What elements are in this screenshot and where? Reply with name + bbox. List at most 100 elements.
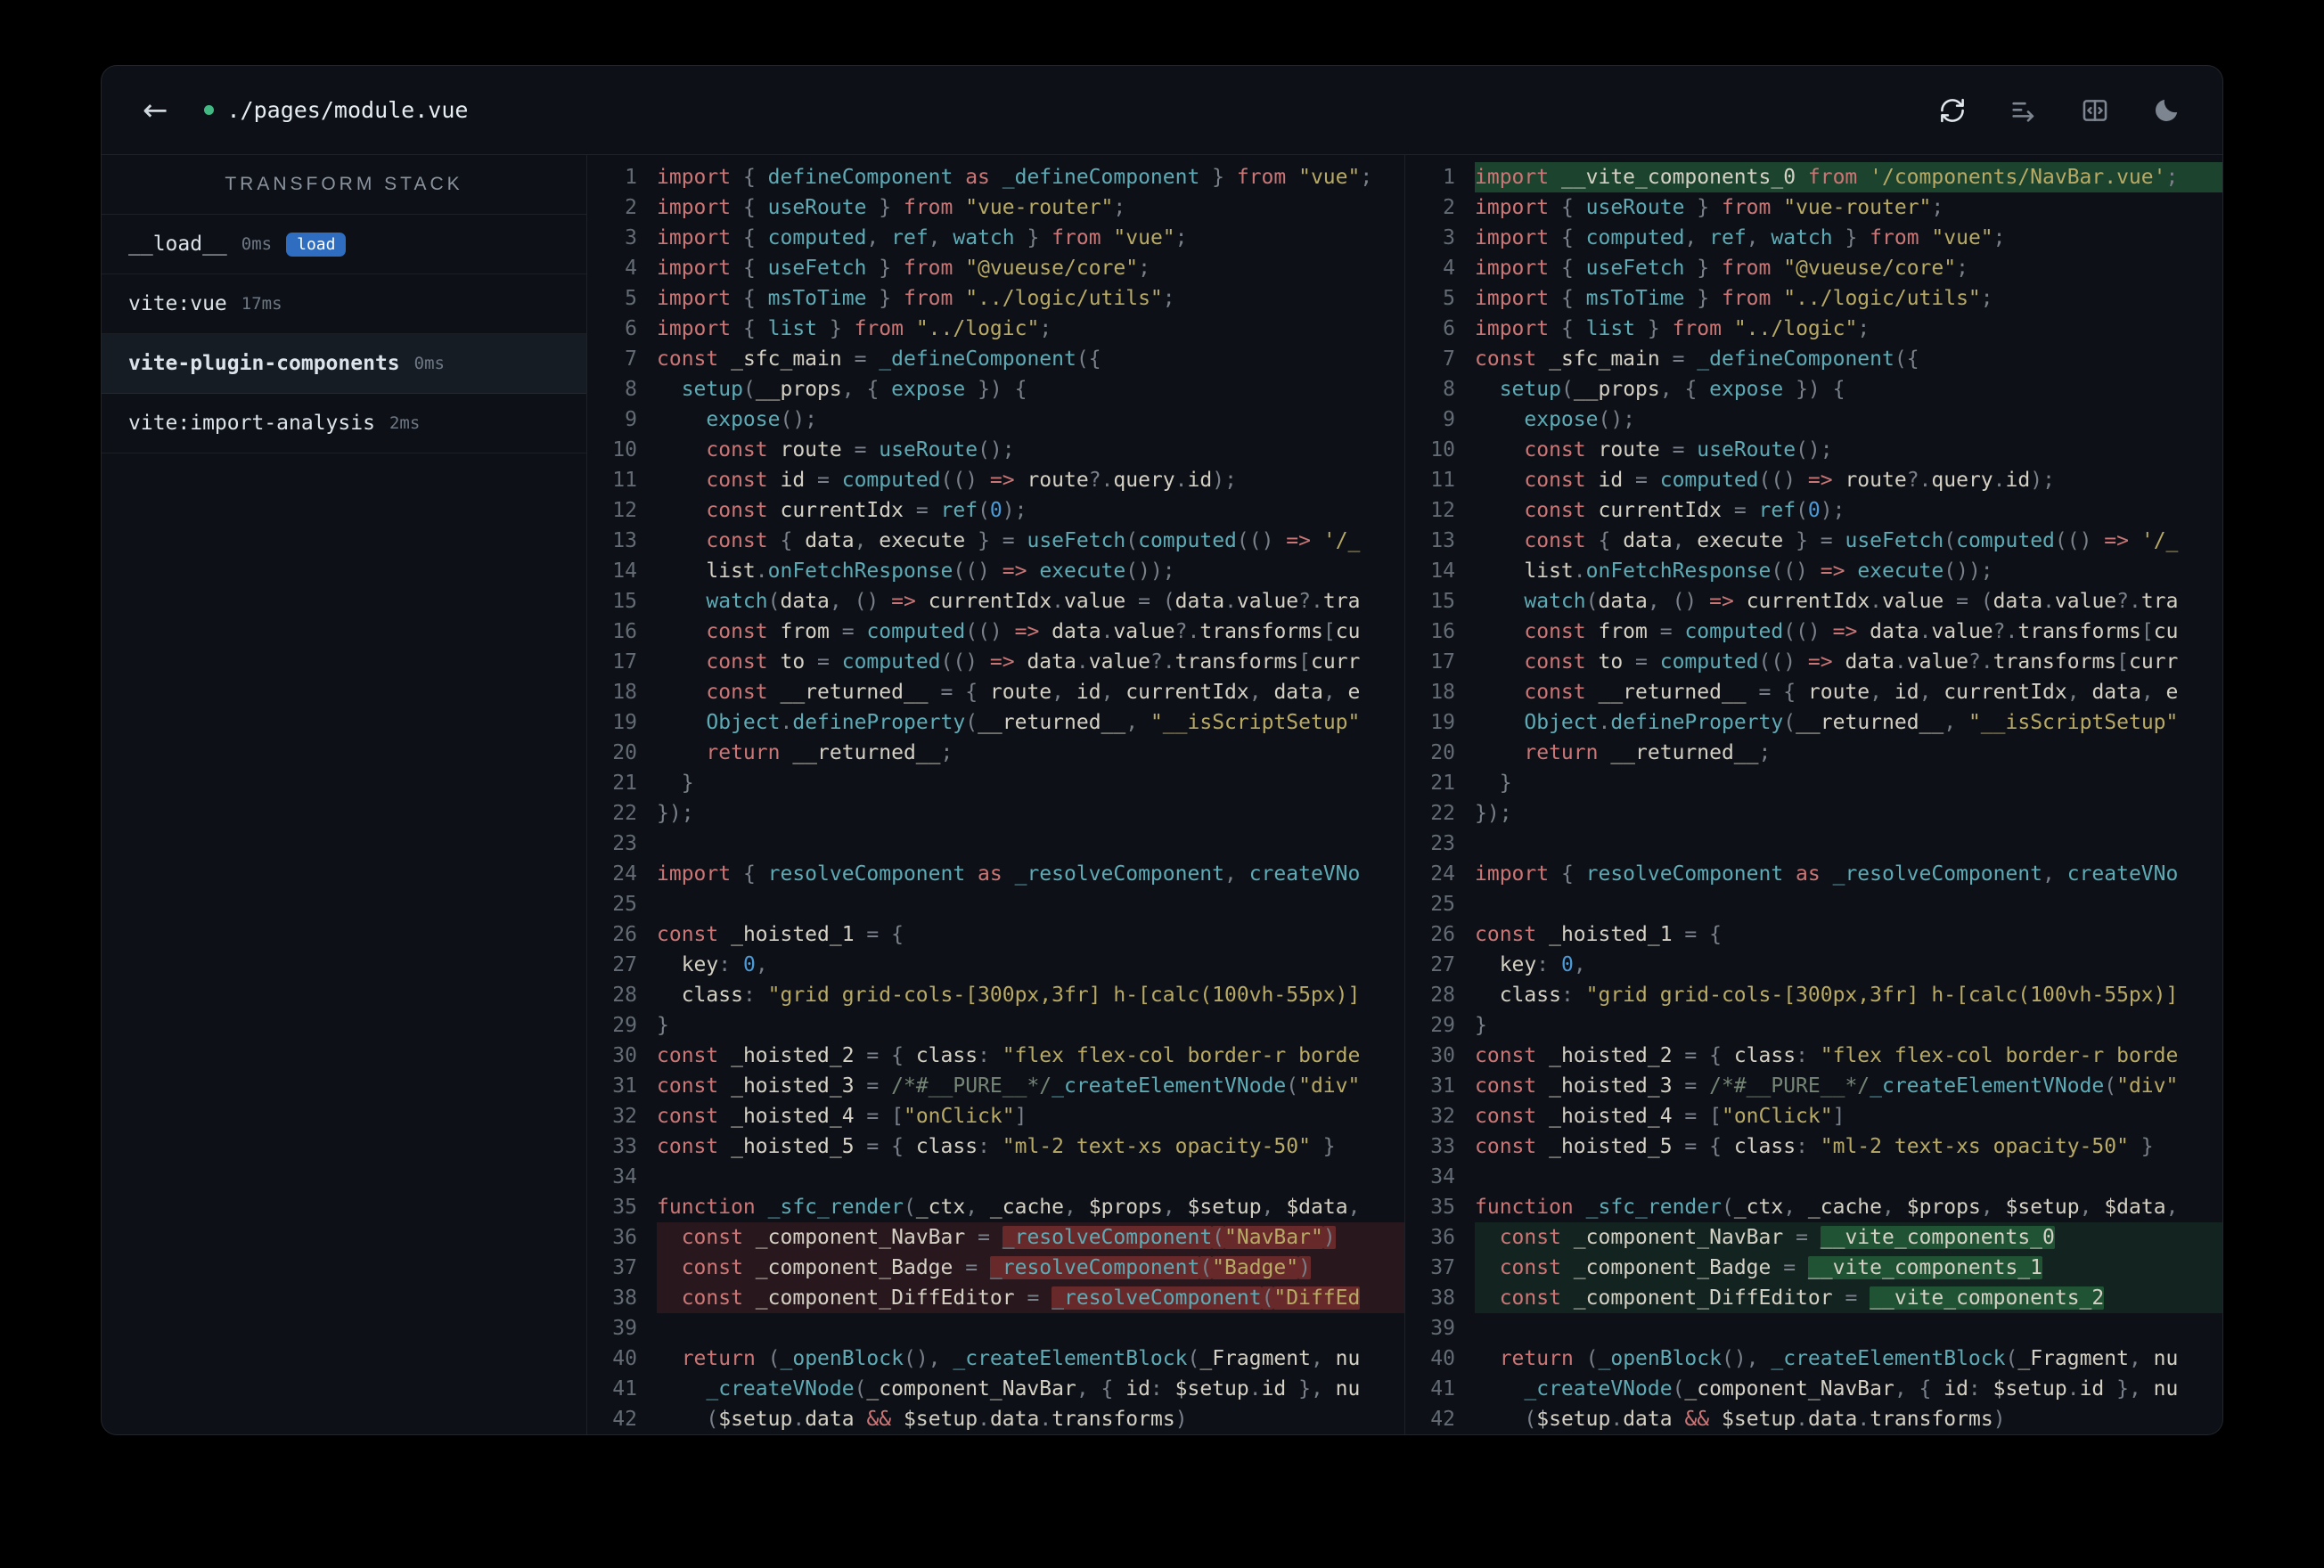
stack-item-time: 17ms bbox=[241, 294, 282, 314]
code-line-after-28: 28 class: "grid grid-cols-[300px,3fr] h-… bbox=[1405, 980, 2222, 1010]
stack-item-vite-plugin-components[interactable]: vite-plugin-components 0ms bbox=[102, 334, 586, 394]
line-number: 41 bbox=[1430, 1377, 1455, 1401]
line-number: 19 bbox=[612, 711, 637, 734]
stack-item-vite-vue[interactable]: vite:vue 17ms bbox=[102, 274, 586, 334]
line-code: }); bbox=[657, 802, 694, 825]
line-number: 19 bbox=[1430, 711, 1455, 734]
line-code: const from = computed(() => data.value?.… bbox=[706, 620, 1361, 643]
line-number: 40 bbox=[612, 1347, 637, 1370]
line-code: import { resolveComponent as _resolveCom… bbox=[1475, 862, 2179, 886]
line-code: const _component_NavBar = _resolveCompon… bbox=[657, 1222, 1404, 1253]
stack-item-label: __load__ bbox=[128, 233, 227, 256]
line-number: 12 bbox=[1430, 499, 1455, 522]
line-code: const id = computed(() => route?.query.i… bbox=[1524, 469, 2055, 492]
code-line-before-26: 26 const _hoisted_1 = { bbox=[587, 919, 1404, 950]
line-number: 36 bbox=[1430, 1226, 1455, 1249]
code-panel-before[interactable]: 1 import { defineComponent as _defineComp… bbox=[587, 155, 1404, 1434]
line-number: 25 bbox=[1430, 893, 1455, 916]
line-code: expose(); bbox=[1524, 408, 1636, 431]
line-code: import { useRoute } from "vue-router"; bbox=[1475, 196, 1944, 219]
stack-item-load[interactable]: __load__ 0ms load bbox=[102, 215, 586, 274]
code-line-after-17: 17 const to = computed(() => data.value?… bbox=[1405, 647, 2222, 677]
line-code: const to = computed(() => data.value?.tr… bbox=[706, 650, 1361, 674]
module-type-dot-icon bbox=[203, 105, 214, 115]
line-code: const _component_DiffEditor = __vite_com… bbox=[1475, 1283, 2222, 1313]
stack-item-time: 0ms bbox=[241, 234, 273, 254]
line-number: 26 bbox=[612, 923, 637, 946]
line-number: 5 bbox=[625, 287, 637, 310]
line-number: 34 bbox=[612, 1165, 637, 1188]
transform-stack-list: __load__ 0ms load vite:vue 17ms vite-plugin-c… bbox=[102, 215, 586, 453]
line-number: 13 bbox=[1430, 529, 1455, 552]
compare-icon[interactable] bbox=[2009, 95, 2039, 126]
line-number: 32 bbox=[1430, 1105, 1455, 1128]
code-line-after-13: 13 const { data, execute } = useFetch(co… bbox=[1405, 526, 2222, 556]
line-number: 42 bbox=[1430, 1408, 1455, 1431]
code-line-after-8: 8 setup(__props, { expose }) { bbox=[1405, 374, 2222, 404]
line-code: }); bbox=[1475, 802, 1512, 825]
topbar-actions bbox=[1937, 95, 2181, 126]
line-code: setup(__props, { expose }) { bbox=[1499, 378, 1845, 401]
line-number: 15 bbox=[612, 590, 637, 613]
split-view-icon[interactable] bbox=[2080, 95, 2110, 126]
line-number: 23 bbox=[1430, 832, 1455, 855]
line-code: const from = computed(() => data.value?.… bbox=[1524, 620, 2179, 643]
line-number: 7 bbox=[625, 347, 637, 371]
line-number: 26 bbox=[1430, 923, 1455, 946]
code-line-before-15: 15 watch(data, () => currentIdx.value = … bbox=[587, 586, 1404, 617]
stack-item-vite-import-analysis[interactable]: vite:import-analysis 2ms bbox=[102, 394, 586, 453]
code-line-after-9: 9 expose(); bbox=[1405, 404, 2222, 435]
line-code: const __returned__ = { route, id, curren… bbox=[706, 681, 1361, 704]
line-code: watch(data, () => currentIdx.value = (da… bbox=[1524, 590, 2179, 613]
code-line-before-36: 36 const _component_NavBar = _resolveCom… bbox=[587, 1222, 1404, 1253]
line-code: ($setup.data && $setup.data.transforms) bbox=[706, 1408, 1188, 1431]
line-code: class: "grid grid-cols-[300px,3fr] h-[ca… bbox=[657, 984, 1361, 1007]
line-number: 18 bbox=[612, 681, 637, 704]
line-code: const currentIdx = ref(0); bbox=[1524, 499, 1845, 522]
line-number: 5 bbox=[1443, 287, 1455, 310]
line-code: const _hoisted_1 = { bbox=[1475, 923, 1722, 946]
line-code: const { data, execute } = useFetch(compu… bbox=[1524, 529, 2179, 552]
code-line-before-38: 38 const _component_DiffEditor = _resolv… bbox=[587, 1283, 1404, 1313]
line-number: 42 bbox=[612, 1408, 637, 1431]
line-code: _createVNode(_component_NavBar, { id: $s… bbox=[706, 1377, 1361, 1401]
back-button[interactable]: ← bbox=[143, 95, 168, 126]
code-line-before-29: 29} bbox=[587, 1010, 1404, 1041]
line-number: 28 bbox=[612, 984, 637, 1007]
line-number: 40 bbox=[1430, 1347, 1455, 1370]
code-line-after-7: 7 const _sfc_main = _defineComponent({ bbox=[1405, 344, 2222, 374]
line-code: const _component_NavBar = __vite_compone… bbox=[1475, 1222, 2222, 1253]
line-number: 6 bbox=[625, 317, 637, 340]
line-number: 9 bbox=[625, 408, 637, 431]
code-line-after-27: 27 key: 0, bbox=[1405, 950, 2222, 980]
line-number: 32 bbox=[612, 1105, 637, 1128]
code-line-before-23: 23 bbox=[587, 829, 1404, 859]
refresh-icon[interactable] bbox=[1937, 95, 1968, 126]
code-line-before-35: 35 function _sfc_render(_ctx, _cache, $pr… bbox=[587, 1192, 1404, 1222]
code-line-after-24: 24 import { resolveComponent as _resolveC… bbox=[1405, 859, 2222, 889]
code-panel-after[interactable]: 1 import __vite_components_0 from '/compo… bbox=[1404, 155, 2222, 1434]
theme-toggle-moon-icon[interactable] bbox=[2151, 95, 2181, 126]
line-number: 1 bbox=[625, 166, 637, 189]
line-code: class: "grid grid-cols-[300px,3fr] h-[ca… bbox=[1475, 984, 2179, 1007]
code-line-before-33: 33 const _hoisted_5 = { class: "ml-2 text… bbox=[587, 1131, 1404, 1162]
line-number: 39 bbox=[612, 1317, 637, 1340]
line-code: const _component_DiffEditor = _resolveCo… bbox=[657, 1283, 1404, 1313]
line-number: 20 bbox=[612, 741, 637, 764]
line-code: const route = useRoute(); bbox=[706, 438, 1015, 461]
code-line-after-38: 38 const _component_DiffEditor = __vite_… bbox=[1405, 1283, 2222, 1313]
code-line-after-36: 36 const _component_NavBar = __vite_comp… bbox=[1405, 1222, 2222, 1253]
line-number: 34 bbox=[1430, 1165, 1455, 1188]
line-code: const _hoisted_1 = { bbox=[657, 923, 904, 946]
line-number: 25 bbox=[612, 893, 637, 916]
line-code: return (_openBlock(), _createElementBloc… bbox=[681, 1347, 1361, 1370]
line-code: ($setup.data && $setup.data.transforms) bbox=[1524, 1408, 2006, 1431]
line-code: Object.defineProperty(__returned__, "__i… bbox=[1524, 711, 2179, 734]
code-line-after-19: 19 Object.defineProperty(__returned__, "… bbox=[1405, 707, 2222, 738]
line-number: 36 bbox=[612, 1226, 637, 1249]
